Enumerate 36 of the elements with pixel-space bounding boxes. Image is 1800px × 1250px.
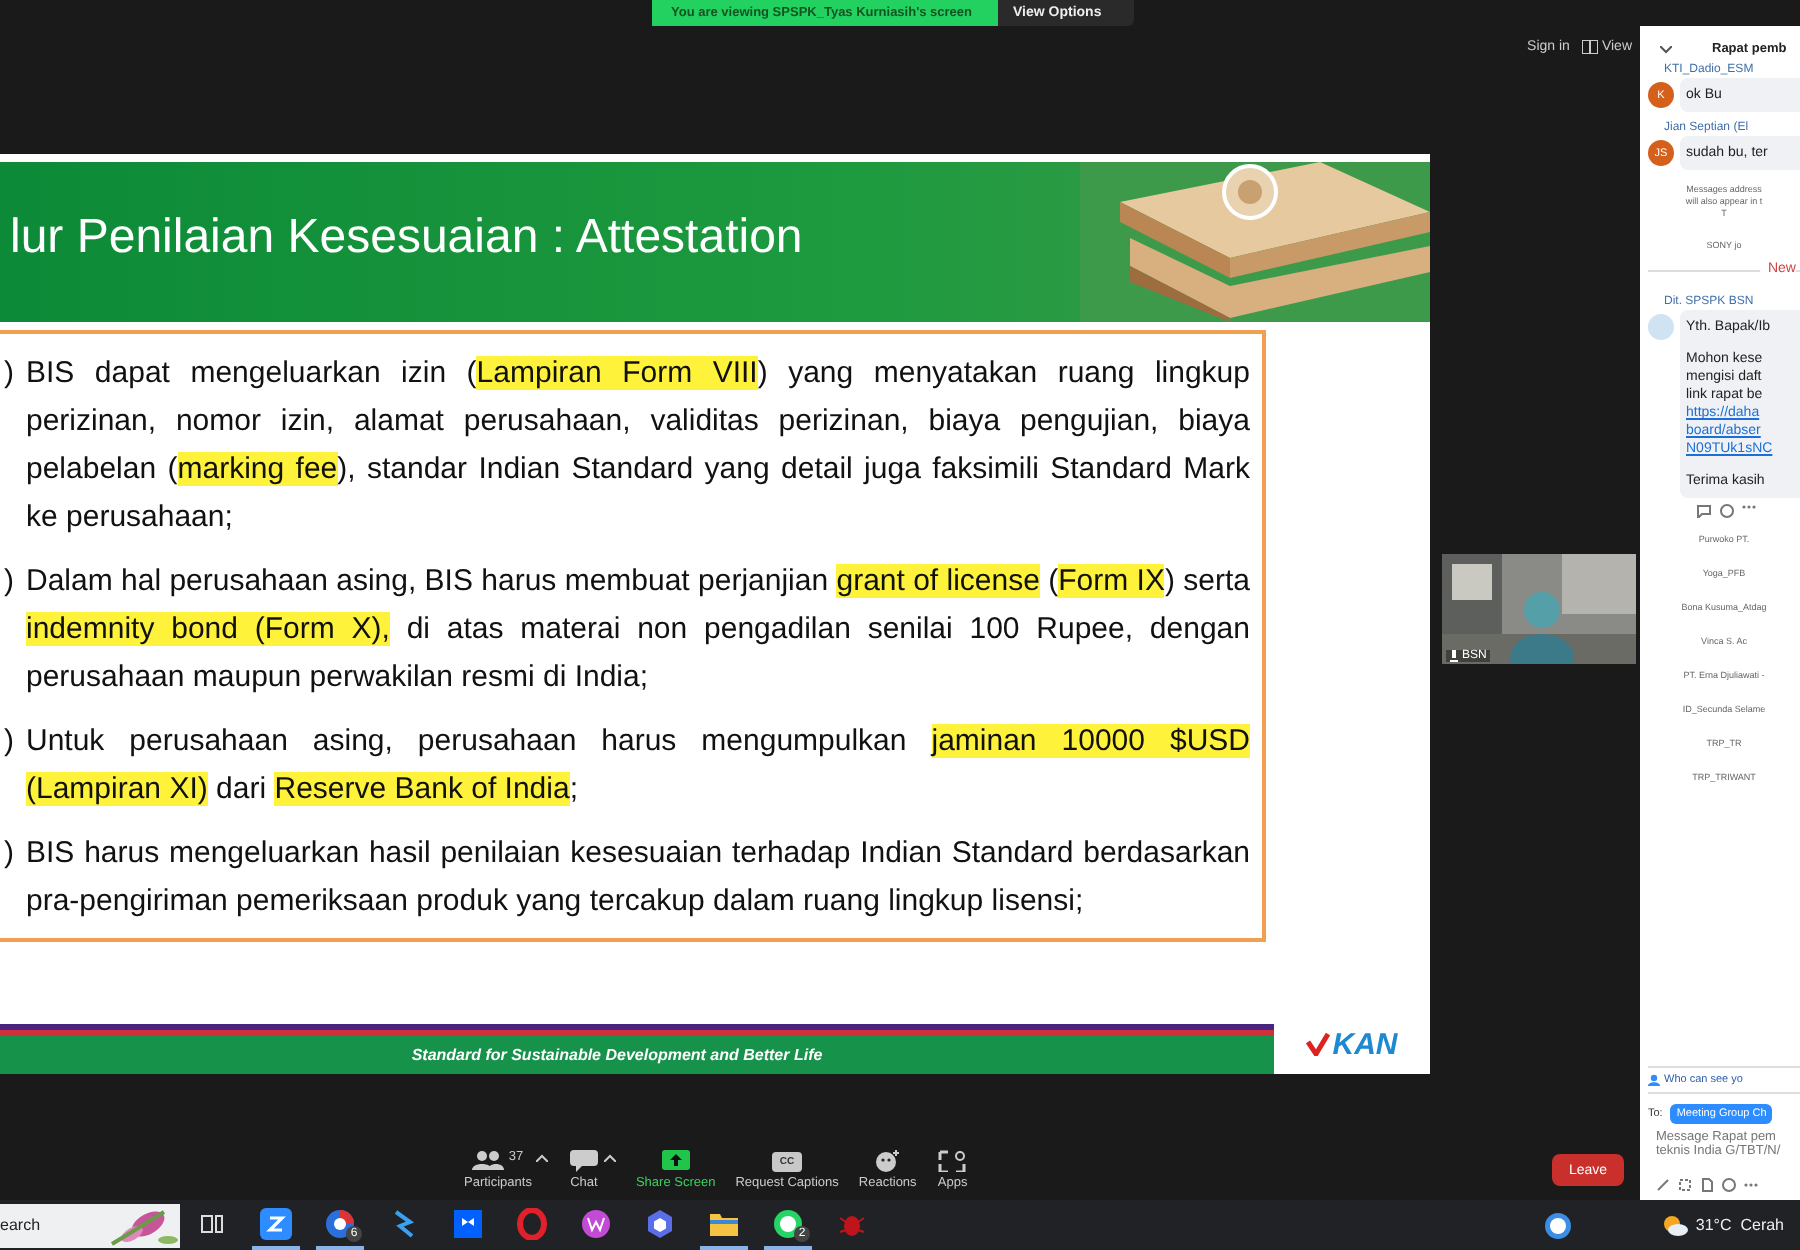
more-icon[interactable] <box>1744 1178 1758 1192</box>
browser-icon <box>324 1207 356 1239</box>
list-marker: ) <box>4 722 14 762</box>
share-screen-icon <box>659 1150 692 1172</box>
footer-text: Standard for Sustainable Development and Better Life <box>411 1046 823 1064</box>
chat-bubble-icon <box>567 1150 600 1172</box>
weather-icon <box>1659 1213 1688 1237</box>
box-icon <box>452 1207 484 1239</box>
apps-icon <box>936 1150 969 1172</box>
w-app-icon <box>580 1207 612 1239</box>
grid-icon <box>1581 40 1598 54</box>
person-icon <box>1648 1074 1660 1086</box>
mic-icon <box>1450 650 1458 662</box>
logo: KAN <box>1332 1027 1398 1061</box>
format-icon[interactable] <box>1656 1178 1670 1192</box>
caret-icon[interactable] <box>535 1154 548 1162</box>
reply-icon[interactable] <box>1696 504 1712 518</box>
hexagon-icon <box>644 1207 676 1239</box>
caret-icon[interactable] <box>603 1154 616 1162</box>
chevron-icon[interactable] <box>1660 45 1672 53</box>
video-app-icon <box>260 1207 292 1239</box>
list-marker: ) <box>4 834 14 874</box>
check-icon <box>1306 1032 1331 1056</box>
more-icon[interactable] <box>1742 504 1756 510</box>
list-marker: ) <box>4 354 14 394</box>
file-icon[interactable] <box>1700 1178 1714 1192</box>
search-field[interactable]: earch <box>0 1203 180 1247</box>
paragraph: BIS harus mengeluarkan hasil penilaian kesesuaian terhadap Indian Standard berdasarkan pra-pengiriman pemeriksaan produk yang tercakup dalam ruang lingkup lisensi; <box>26 834 1250 922</box>
screenshot-icon[interactable] <box>1678 1178 1692 1192</box>
ring-icon <box>516 1207 548 1239</box>
slide-title: lur Penilaian Kesesuaian : Attestation <box>8 210 803 268</box>
weather-widget[interactable]: 31°C Cerah <box>1659 1213 1784 1237</box>
participants-icon <box>472 1150 505 1172</box>
paragraph: Dalam hal perusahaan asing, BIS harus membuat perjanjian grant of license (Form IX) serta indemnity bond (Form X), di atas materai non pengadilan senilai 100 Rupee, dengan perusahaan maupun perwakilan resmi di India; <box>26 562 1250 698</box>
list-marker: ) <box>4 562 14 602</box>
chat-app-icon <box>772 1207 804 1239</box>
